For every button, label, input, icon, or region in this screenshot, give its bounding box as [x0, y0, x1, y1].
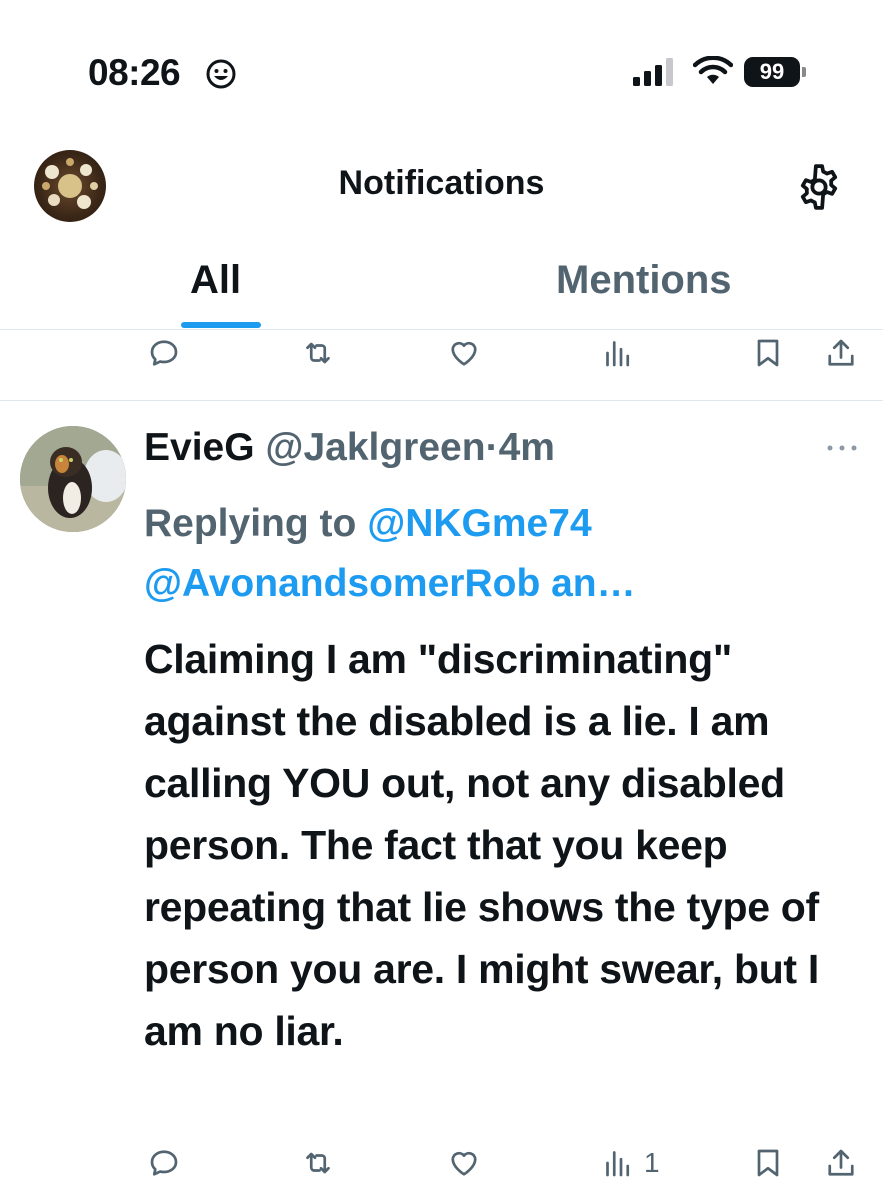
retweet-button[interactable] [300, 328, 336, 378]
retweet-icon [306, 342, 330, 364]
views-icon [606, 341, 630, 367]
replying-to: Replying to @NKGme74 @AvonandsomerRob an… [144, 494, 844, 614]
replying-label: Replying to [144, 502, 357, 545]
notifications-header: Notifications All Mentions [0, 130, 883, 330]
share-icon [828, 339, 854, 366]
tweet-timestamp[interactable]: 4m [499, 426, 555, 469]
status-bar: 08:26 99 [0, 0, 883, 130]
views-count: 1 [644, 1147, 660, 1178]
bookmark-icon [757, 1149, 779, 1177]
bookmark-button[interactable] [750, 1138, 786, 1188]
battery-nub [802, 67, 806, 77]
retweet-icon [306, 1152, 330, 1174]
share-icon [828, 1149, 854, 1176]
tweet-header: EvieG @Jaklgreen·4m [144, 426, 555, 470]
reply-button[interactable] [146, 328, 182, 378]
bookmark-icon [757, 339, 779, 367]
previous-tweet-action-bar [0, 328, 883, 378]
like-icon [451, 341, 477, 366]
views-button[interactable]: 1 [600, 1138, 660, 1188]
author-handle[interactable]: @Jaklgreen [265, 426, 485, 469]
more-options-icon[interactable] [822, 438, 862, 458]
avatar-image [20, 426, 126, 532]
tab-all[interactable]: All [190, 258, 241, 303]
mention-link[interactable]: @NKGme74 [367, 502, 591, 545]
smiley-face-icon [206, 59, 236, 89]
wifi-icon [693, 56, 733, 84]
tweet-author-avatar[interactable] [20, 426, 126, 532]
cellular-signal-icon [633, 58, 673, 86]
tweet-divider [0, 400, 883, 401]
status-time: 08:26 [88, 52, 181, 93]
views-button[interactable] [600, 328, 636, 378]
author-name[interactable]: EvieG [144, 426, 255, 469]
like-button[interactable] [446, 1138, 482, 1188]
battery-level: 99 [744, 57, 800, 87]
reply-icon [150, 1150, 178, 1176]
tweet-text: Claiming I am "discriminating" against t… [144, 636, 819, 1054]
like-icon [451, 1151, 477, 1176]
views-icon [606, 1151, 630, 1177]
battery-icon: 99 [744, 57, 808, 87]
like-button[interactable] [446, 328, 482, 378]
reply-button[interactable] [146, 1138, 182, 1188]
separator-dot: · [485, 426, 499, 469]
mention-link[interactable]: @AvonandsomerRob an… [144, 562, 636, 605]
settings-gear-icon[interactable] [794, 162, 844, 212]
share-button[interactable] [823, 1138, 859, 1188]
reply-icon [150, 340, 178, 366]
retweet-button[interactable] [300, 1138, 336, 1188]
tab-mentions[interactable]: Mentions [556, 258, 732, 303]
bookmark-button[interactable] [750, 328, 786, 378]
tweet-action-bar: 1 [0, 1138, 883, 1188]
share-button[interactable] [823, 328, 859, 378]
page-title: Notifications [338, 164, 545, 202]
